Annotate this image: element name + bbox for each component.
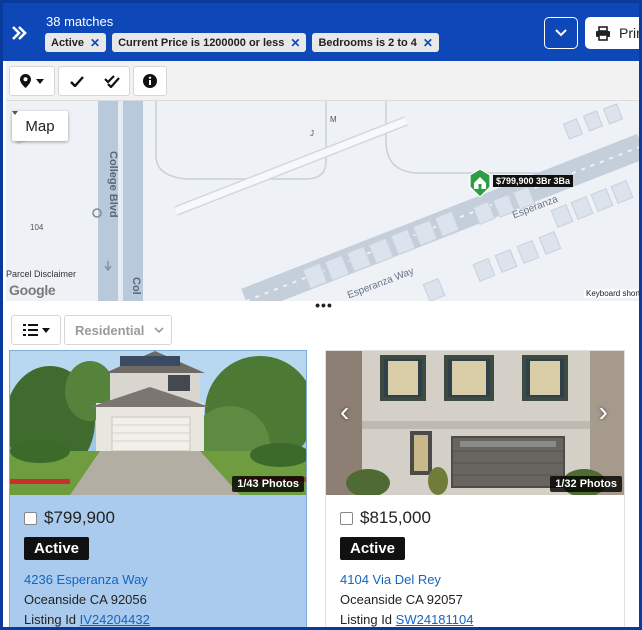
- listing-card[interactable]: 1/43 Photos $799,900 Active 4236 Esperan…: [9, 350, 307, 627]
- listing-city: Oceanside CA 92056: [24, 592, 147, 607]
- printer-icon: [596, 25, 610, 41]
- filter-chip-label: Current Price is 1200000 or less: [118, 36, 285, 49]
- listing-marker-icon[interactable]: [469, 169, 491, 197]
- listing-id-row: Listing Id IV24204432: [24, 612, 150, 627]
- listing-id-row: Listing Id SW24181104: [340, 612, 474, 627]
- print-button[interactable]: Print: [585, 17, 639, 49]
- results-header: 38 matches Active ✕ Current Price is 120…: [3, 3, 639, 61]
- print-label: Print: [619, 25, 639, 41]
- double-chevron-right-icon: [12, 26, 27, 40]
- map-view[interactable]: Map College Blvd Col Esperanza Way Esper…: [6, 101, 639, 301]
- list-view-icon: [22, 324, 38, 336]
- drag-handle-icon: •••: [315, 297, 333, 313]
- listing-photo[interactable]: ‹ › 1/32 Photos: [326, 351, 624, 495]
- filter-chip-label: Bedrooms is 2 to 4: [318, 36, 417, 49]
- prev-photo-icon[interactable]: ‹: [340, 396, 349, 428]
- google-logo: Google: [9, 282, 56, 298]
- house-photo: [326, 351, 624, 495]
- remove-filter-icon[interactable]: ✕: [290, 36, 300, 50]
- status-badge: Active: [340, 537, 406, 560]
- street-label: College Blvd: [107, 151, 119, 218]
- expand-panel-button[interactable]: [11, 21, 35, 45]
- filter-chip-label: Active: [51, 36, 85, 49]
- chevron-down-icon: [555, 29, 567, 37]
- street-label: J: [310, 129, 314, 138]
- map-pin-icon: [20, 74, 31, 88]
- select-listing-checkbox[interactable]: [340, 512, 353, 525]
- header-dropdown-button[interactable]: [544, 17, 578, 49]
- photo-count-badge: 1/43 Photos: [232, 476, 304, 492]
- filter-chip: Active ✕: [45, 33, 107, 52]
- status-badge: Active: [24, 537, 90, 560]
- info-button[interactable]: [133, 66, 167, 96]
- selection-buttons: [58, 66, 130, 96]
- panel-splitter[interactable]: •••: [6, 297, 639, 313]
- select-listing-checkbox[interactable]: [24, 512, 37, 525]
- remove-filter-icon[interactable]: ✕: [423, 36, 433, 50]
- results-toolbar: Residential: [6, 309, 639, 351]
- listing-price: $815,000: [360, 508, 431, 527]
- street-label: M: [330, 115, 337, 124]
- map-type-button[interactable]: Map: [12, 111, 68, 141]
- double-check-icon: [103, 74, 120, 88]
- next-photo-icon[interactable]: ›: [599, 396, 608, 428]
- listing-card[interactable]: ‹ › 1/32 Photos $815,000 Active 4104 Via…: [325, 350, 625, 627]
- caret-down-icon: [12, 111, 18, 115]
- view-toggle-button[interactable]: [11, 315, 61, 345]
- keyboard-shortcuts-link[interactable]: Keyboard short: [584, 289, 639, 298]
- street-label: Col: [130, 277, 142, 295]
- info-icon: [143, 74, 157, 88]
- info-button-inner[interactable]: [134, 67, 166, 95]
- listing-id-label: Listing Id: [340, 612, 393, 627]
- map-type-label: Map: [25, 117, 55, 135]
- listing-id-link[interactable]: SW24181104: [396, 612, 474, 627]
- chevron-down-icon: [154, 326, 164, 333]
- street-label: 104: [30, 223, 44, 232]
- listing-photo[interactable]: 1/43 Photos: [10, 351, 306, 495]
- filter-chip: Bedrooms is 2 to 4 ✕: [312, 33, 439, 52]
- marker-price-label[interactable]: $799,900 3Br 3Ba: [493, 175, 574, 187]
- select-button[interactable]: [59, 67, 94, 95]
- listing-id-link[interactable]: IV24204432: [80, 612, 150, 627]
- listing-city: Oceanside CA 92057: [340, 592, 463, 607]
- map-pin-dropdown[interactable]: [9, 66, 55, 96]
- parcel-disclaimer-link[interactable]: Parcel Disclaimer: [6, 269, 76, 279]
- select-all-button[interactable]: [94, 67, 129, 95]
- listing-address-link[interactable]: 4236 Esperanza Way: [24, 572, 148, 587]
- check-icon: [69, 75, 84, 87]
- remove-filter-icon[interactable]: ✕: [90, 36, 100, 50]
- caret-down-icon: [41, 327, 50, 333]
- property-type-value: Residential: [75, 322, 145, 338]
- map-pin-button[interactable]: [10, 67, 54, 95]
- house-photo: [10, 351, 306, 495]
- photo-count-badge: 1/32 Photos: [550, 476, 622, 492]
- listing-price: $799,900: [44, 508, 115, 527]
- filter-chip: Current Price is 1200000 or less ✕: [112, 33, 307, 52]
- map-toolbar: [6, 61, 639, 101]
- property-type-select[interactable]: Residential: [64, 315, 172, 345]
- app-frame: 38 matches Active ✕ Current Price is 120…: [0, 0, 642, 630]
- filter-chips: Active ✕ Current Price is 1200000 or les…: [45, 33, 439, 52]
- listing-address-link[interactable]: 4104 Via Del Rey: [340, 572, 441, 587]
- caret-down-icon: [36, 78, 44, 84]
- match-count: 38 matches: [46, 14, 114, 29]
- listing-id-label: Listing Id: [24, 612, 77, 627]
